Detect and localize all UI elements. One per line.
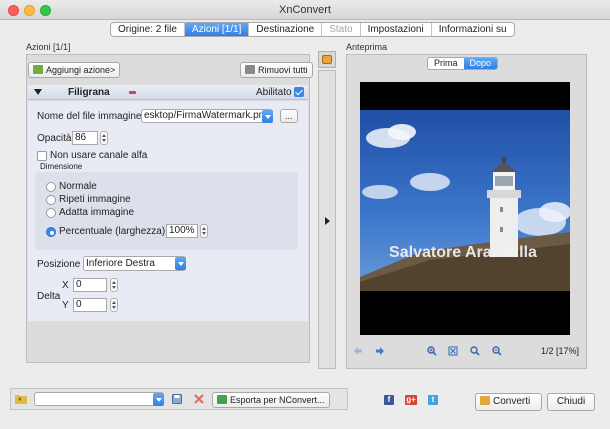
enabled-checkbox[interactable] bbox=[294, 87, 304, 97]
next-arrow-icon[interactable] bbox=[375, 346, 385, 356]
collapse-triangle-icon[interactable] bbox=[34, 89, 42, 95]
watermark-text: Salvatore Aranzulla bbox=[389, 244, 537, 261]
lighthouse-photo: Salvatore Aranzulla bbox=[360, 82, 570, 335]
arrow-right-icon[interactable] bbox=[325, 217, 330, 225]
option-adatta: Adatta immagine bbox=[59, 207, 135, 218]
twitter-icon[interactable]: t bbox=[428, 395, 438, 405]
option-ripeti: Ripeti immagine bbox=[59, 194, 131, 205]
folder-gear-icon bbox=[322, 55, 332, 64]
remove-filter-icon[interactable] bbox=[129, 91, 136, 94]
google-plus-icon[interactable]: g+ bbox=[405, 395, 417, 405]
zoom-in-icon[interactable] bbox=[427, 346, 437, 356]
folder-icon[interactable] bbox=[15, 394, 27, 404]
preset-dropdown-icon[interactable] bbox=[153, 393, 164, 406]
radio-ripeti[interactable] bbox=[46, 195, 56, 205]
tab-azioni[interactable]: Azioni [1/1] bbox=[184, 23, 250, 36]
remove-all-button[interactable]: Rimuovi tutti bbox=[240, 62, 313, 78]
convert-icon bbox=[480, 396, 490, 405]
file-label: Nome del file immagine bbox=[37, 111, 142, 122]
file-select[interactable]: esktop/FirmaWatermark.png bbox=[141, 109, 273, 123]
action-menu-button[interactable] bbox=[318, 51, 336, 68]
before-after-toggle: Prima Dopo bbox=[427, 57, 499, 70]
main-tabs: Origine: 2 file Azioni [1/1] Destinazion… bbox=[110, 22, 515, 37]
title-bar: XnConvert bbox=[0, 0, 610, 20]
x-label: X bbox=[62, 280, 69, 291]
y-stepper[interactable] bbox=[110, 298, 118, 312]
x-input[interactable]: 0 bbox=[73, 278, 107, 292]
preview-image: Salvatore Aranzulla bbox=[360, 82, 570, 335]
dimension-label: Dimensione bbox=[40, 162, 83, 171]
percent-stepper[interactable] bbox=[200, 224, 208, 238]
percent-input[interactable]: 100% bbox=[166, 224, 198, 238]
window-title: XnConvert bbox=[279, 4, 331, 16]
actions-section-label: Azioni [1/1] bbox=[26, 42, 71, 52]
option-normale: Normale bbox=[59, 181, 97, 192]
radio-adatta[interactable] bbox=[46, 208, 56, 218]
previous-arrow-icon[interactable] bbox=[353, 346, 363, 356]
tab-informazioni[interactable]: Informazioni su bbox=[432, 23, 514, 36]
add-action-icon bbox=[33, 65, 43, 74]
alpha-checkbox[interactable] bbox=[37, 151, 47, 161]
enabled-label: Abilitato bbox=[256, 87, 292, 98]
remove-all-icon bbox=[245, 65, 255, 74]
alpha-label: Non usare canale alfa bbox=[50, 150, 148, 161]
tab-origine[interactable]: Origine: 2 file bbox=[111, 23, 185, 36]
add-action-button[interactable]: Aggiungi azione> bbox=[28, 62, 121, 78]
radio-percentuale[interactable] bbox=[46, 227, 56, 237]
position-dropdown-icon[interactable] bbox=[175, 257, 186, 270]
y-input[interactable]: 0 bbox=[73, 298, 107, 312]
radio-normale[interactable] bbox=[46, 182, 56, 192]
facebook-icon[interactable]: f bbox=[384, 395, 394, 405]
delta-label: Delta bbox=[37, 291, 61, 302]
fit-to-window-icon[interactable] bbox=[448, 346, 458, 356]
zoom-out-icon[interactable] bbox=[492, 346, 502, 356]
filter-title: Filigrana bbox=[68, 87, 110, 98]
save-icon[interactable] bbox=[172, 394, 182, 404]
y-label: Y bbox=[62, 300, 69, 311]
filter-header[interactable]: Filigrana Abilitato bbox=[28, 85, 308, 100]
before-button[interactable]: Prima bbox=[428, 58, 464, 69]
browse-button[interactable]: ... bbox=[280, 109, 298, 123]
export-icon bbox=[217, 395, 227, 404]
tab-stato: Stato bbox=[322, 23, 361, 36]
convert-button[interactable]: Converti bbox=[475, 393, 542, 411]
position-label: Posizione bbox=[37, 259, 81, 270]
tab-destinazione[interactable]: Destinazione bbox=[249, 23, 323, 36]
preset-select[interactable] bbox=[34, 392, 164, 406]
option-percentuale: Percentuale (larghezza) bbox=[59, 226, 166, 237]
after-button[interactable]: Dopo bbox=[463, 58, 498, 69]
tab-impostazioni[interactable]: Impostazioni bbox=[361, 23, 432, 36]
export-nconvert-button[interactable]: Esporta per NConvert... bbox=[212, 392, 330, 408]
preview-toggle-bar[interactable] bbox=[318, 70, 336, 369]
zoom-actual-icon[interactable] bbox=[470, 346, 480, 356]
opacity-label: Opacità bbox=[37, 133, 72, 144]
file-dropdown-icon[interactable] bbox=[262, 110, 273, 123]
preview-section-label: Anteprima bbox=[346, 42, 388, 52]
x-stepper[interactable] bbox=[110, 278, 118, 292]
opacity-stepper[interactable] bbox=[100, 131, 108, 145]
page-info: 1/2 [17%] bbox=[541, 346, 580, 356]
opacity-input[interactable]: 86 bbox=[72, 131, 98, 145]
delete-icon[interactable] bbox=[194, 394, 204, 404]
close-button[interactable]: Chiudi bbox=[547, 393, 595, 411]
position-select[interactable]: Inferiore Destra bbox=[83, 256, 186, 271]
